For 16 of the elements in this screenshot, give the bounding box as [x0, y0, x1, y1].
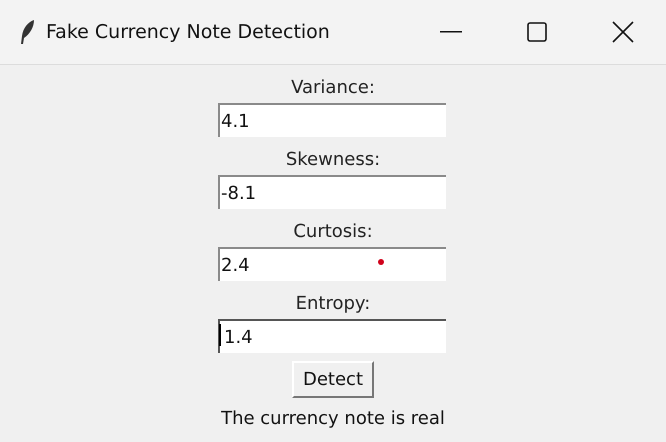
input-field[interactable]: 1.4: [218, 319, 446, 353]
field-label: Skewness:: [286, 148, 380, 172]
field-label: Entropy:: [296, 292, 370, 316]
input-field[interactable]: -8.1: [218, 175, 446, 209]
feather-icon: [20, 19, 36, 45]
minimize-icon: [440, 31, 462, 33]
field-label: Curtosis:: [293, 220, 373, 244]
text-cursor: [219, 324, 221, 346]
window-title: Fake Currency Note Detection: [46, 21, 331, 43]
detect-button[interactable]: Detect: [292, 361, 374, 398]
field-label: Variance:: [291, 76, 375, 100]
close-icon: [612, 21, 634, 43]
maximize-icon: [527, 22, 547, 42]
result-text: The currency note is real: [221, 408, 445, 429]
input-field[interactable]: 2.4: [218, 247, 446, 281]
input-field[interactable]: 4.1: [218, 103, 446, 137]
